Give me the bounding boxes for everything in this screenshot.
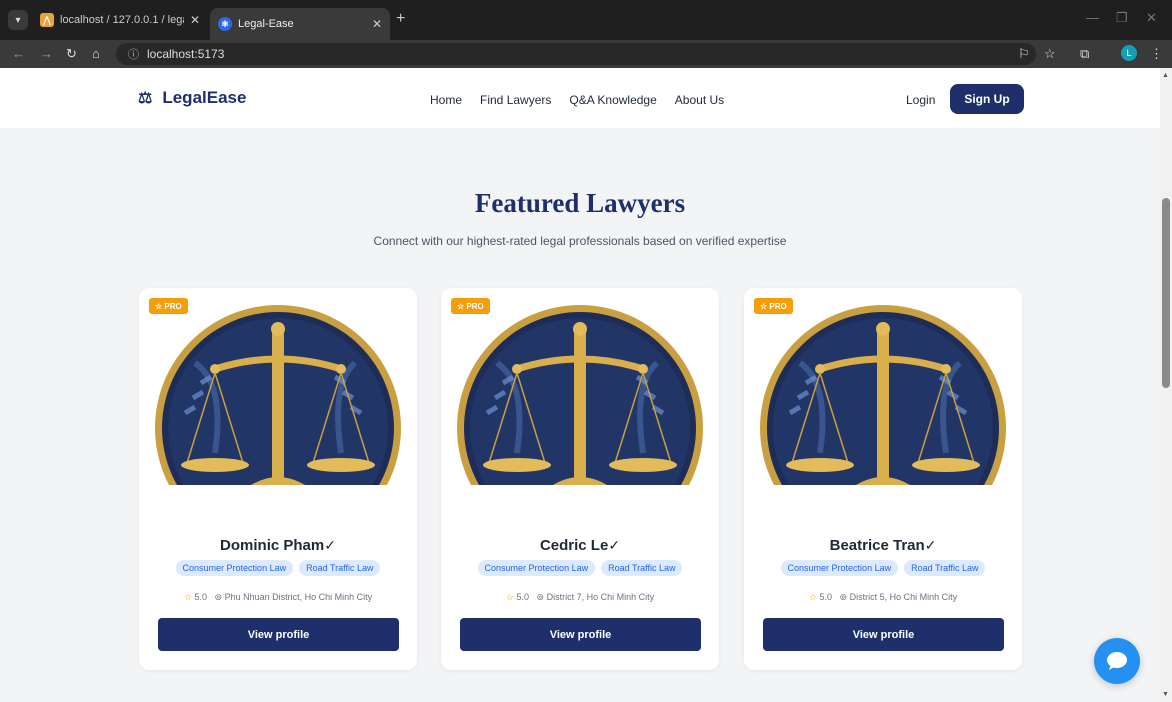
chat-bubble-button[interactable] (1094, 638, 1140, 684)
location-pin-icon: ⊚ (536, 592, 545, 602)
site-header: ⚖ LegalEase Home Find Lawyers Q&A Knowle… (0, 68, 1160, 128)
verified-icon: ✓ (608, 537, 621, 553)
rating: 5.0 (819, 592, 832, 602)
minimize-icon[interactable]: — (1086, 10, 1099, 25)
specialty-tag: Road Traffic Law (904, 560, 986, 576)
chat-icon (1107, 652, 1127, 670)
bookmark-star-icon[interactable]: ☆ (1044, 46, 1056, 62)
nav-about-us[interactable]: About Us (675, 93, 724, 107)
lawyer-meta: ☆ 5.0 ⊚ Phu Nhuan District, Ho Chi Minh … (139, 592, 417, 603)
star-icon: ☆ (808, 592, 817, 602)
specialty-tag: Consumer Protection Law (477, 560, 596, 576)
nav-qa-knowledge[interactable]: Q&A Knowledge (569, 93, 656, 107)
logo[interactable]: ⚖ LegalEase (138, 88, 246, 108)
reload-icon[interactable]: ↻ (66, 46, 77, 62)
location: Phu Nhuan District, Ho Chi Minh City (224, 592, 373, 602)
star-icon: ☆ (505, 592, 514, 602)
signup-button[interactable]: Sign Up (950, 84, 1024, 114)
verified-icon: ✓ (324, 537, 336, 553)
home-icon[interactable]: ⌂ (92, 46, 100, 61)
lawyer-card: ☆ PRO Cedric Le✓ Consumer Protection Law… (441, 288, 719, 670)
lawyer-photo (457, 303, 703, 485)
page-scrollbar[interactable]: ▲ ▼ (1160, 68, 1172, 702)
scroll-thumb[interactable] (1162, 198, 1170, 388)
view-profile-button[interactable]: View profile (460, 618, 701, 651)
pro-badge: ☆ PRO (149, 298, 188, 314)
location: District 5, Ho Chi Minh City (849, 592, 958, 602)
lawyer-photo (155, 303, 401, 485)
restore-icon[interactable]: ❐ (1116, 10, 1128, 26)
lawyer-card: ☆ PRO Beatrice Tran✓ Consumer Protection… (744, 288, 1022, 670)
forward-icon[interactable]: → (40, 46, 53, 61)
view-profile-button[interactable]: View profile (763, 618, 1004, 651)
scroll-up-icon[interactable]: ▲ (1162, 72, 1169, 79)
back-icon[interactable]: ← (12, 46, 25, 61)
specialty-tag: Consumer Protection Law (780, 560, 899, 576)
location: District 7, Ho Chi Minh City (546, 592, 655, 602)
star-icon: ☆ (183, 592, 192, 602)
lawyer-card: ☆ PRO Dominic Pham✓ Consumer Protection … (139, 288, 417, 670)
login-link[interactable]: Login (906, 93, 935, 107)
new-tab-icon[interactable]: + (396, 10, 405, 28)
verified-icon: ✓ (924, 537, 937, 553)
profile-avatar[interactable]: L (1121, 45, 1137, 61)
tab-search-icon[interactable]: ▾ (8, 10, 28, 30)
url-input[interactable]: ⓘ localhost:5173 (116, 43, 1036, 65)
address-bar: ← → ↻ ⌂ ⓘ localhost:5173 ⚐ ☆ ⧉ ⋮ (0, 40, 1172, 68)
view-profile-button[interactable]: View profile (158, 618, 399, 651)
lawyer-meta: ☆ 5.0 ⊚ District 5, Ho Chi Minh City (744, 592, 1022, 603)
pro-badge: ☆ PRO (451, 298, 490, 314)
section-subtitle: Connect with our highest-rated legal pro… (373, 234, 787, 248)
react-icon: ⚛ (218, 17, 232, 31)
scroll-down-icon[interactable]: ▼ (1162, 691, 1169, 698)
location-pin-icon: ⊚ (839, 592, 848, 602)
specialty-tags: Consumer Protection Law Road Traffic Law (139, 560, 417, 576)
lawyer-meta: ☆ 5.0 ⊚ District 7, Ho Chi Minh City (441, 592, 719, 603)
specialty-tag: Road Traffic Law (601, 560, 683, 576)
specialty-tag: Consumer Protection Law (175, 560, 294, 576)
rating: 5.0 (516, 592, 529, 602)
browser-tab[interactable]: ⋀ localhost / 127.0.0.1 / legalease ✕ (32, 8, 208, 32)
lawyer-name: Beatrice Tran✓ (829, 537, 937, 554)
nav-home[interactable]: Home (430, 93, 462, 107)
site-info-icon[interactable]: ⓘ (128, 46, 139, 62)
page: ⚖ LegalEase Home Find Lawyers Q&A Knowle… (0, 68, 1160, 702)
browser-tab-bar: ▾ ⋀ localhost / 127.0.0.1 / legalease ✕ … (0, 0, 1172, 40)
scales-icon: ⚖ (138, 90, 153, 107)
pro-badge: ☆ PRO (754, 298, 793, 314)
close-tab-icon[interactable]: ✕ (372, 17, 382, 31)
menu-icon[interactable]: ⋮ (1150, 46, 1163, 62)
nav-find-lawyers[interactable]: Find Lawyers (480, 93, 551, 107)
phpmyadmin-icon: ⋀ (40, 13, 54, 27)
window-close-icon[interactable]: ✕ (1146, 10, 1157, 26)
lawyer-name: Dominic Pham✓ (220, 537, 336, 554)
specialty-tags: Consumer Protection Law Road Traffic Law (744, 560, 1022, 576)
lawyer-photo (760, 303, 1006, 485)
main-nav: Home Find Lawyers Q&A Knowledge About Us (430, 93, 724, 107)
specialty-tags: Consumer Protection Law Road Traffic Law (441, 560, 719, 576)
translate-icon[interactable]: ⚐ (1018, 46, 1030, 62)
close-tab-icon[interactable]: ✕ (190, 13, 200, 27)
section-title: Featured Lawyers (474, 188, 686, 218)
specialty-tag: Road Traffic Law (299, 560, 381, 576)
lawyer-name: Cedric Le✓ (539, 537, 621, 554)
location-pin-icon: ⊚ (214, 592, 223, 602)
rating: 5.0 (194, 592, 207, 602)
browser-tab-active[interactable]: ⚛ Legal-Ease ✕ (210, 8, 390, 40)
extensions-icon[interactable]: ⧉ (1080, 46, 1089, 62)
